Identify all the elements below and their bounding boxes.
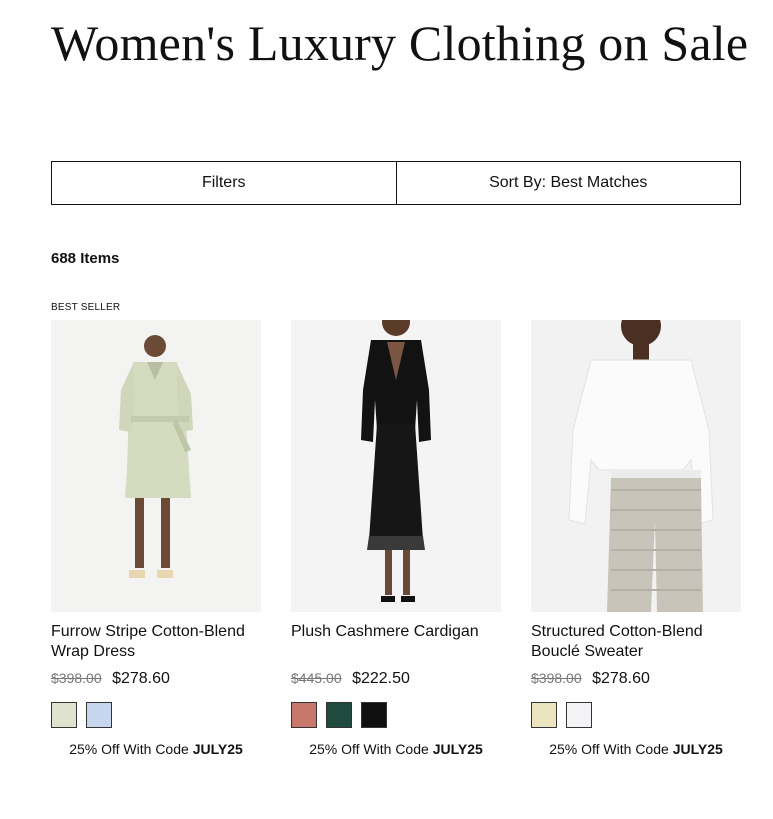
color-swatches	[531, 702, 741, 728]
color-swatch[interactable]	[326, 702, 352, 728]
product-grid: BEST SELLER Furrow Stripe Cotton-Blend W…	[51, 302, 741, 757]
filters-button[interactable]: Filters	[52, 162, 396, 204]
color-swatch[interactable]	[51, 702, 77, 728]
promo-code: JULY25	[192, 741, 243, 757]
filter-sort-bar: Filters Sort By: Best Matches	[51, 161, 741, 205]
color-swatch[interactable]	[86, 702, 112, 728]
product-image[interactable]	[291, 320, 501, 612]
sale-price: $278.60	[112, 670, 170, 687]
promo-code: JULY25	[432, 741, 483, 757]
color-swatch[interactable]	[361, 702, 387, 728]
color-swatches	[291, 702, 501, 728]
sale-price: $222.50	[352, 670, 410, 687]
sort-dropdown[interactable]: Sort By: Best Matches	[395, 162, 741, 204]
original-price: $398.00	[531, 670, 582, 686]
product-price: $398.00 $278.60	[51, 670, 261, 688]
color-swatch[interactable]	[291, 702, 317, 728]
product-price: $445.00 $222.50	[291, 670, 501, 688]
promo-label: 25% Off With Code	[69, 741, 189, 757]
color-swatch[interactable]	[531, 702, 557, 728]
sale-price: $278.60	[592, 670, 650, 687]
color-swatches	[51, 702, 261, 728]
product-image[interactable]	[51, 320, 261, 612]
item-count: 688 Items	[51, 250, 120, 267]
promo-text: 25% Off With Code JULY25	[531, 741, 741, 757]
original-price: $445.00	[291, 670, 342, 686]
product-name[interactable]: Furrow Stripe Cotton-Blend Wrap Dress	[51, 622, 261, 662]
promo-text: 25% Off With Code JULY25	[291, 741, 501, 757]
product-card[interactable]: Structured Cotton-Blend Bouclé Sweater $…	[531, 302, 741, 757]
best-seller-badge: BEST SELLER	[51, 302, 121, 313]
product-price: $398.00 $278.60	[531, 670, 741, 688]
product-card[interactable]: BEST SELLER Furrow Stripe Cotton-Blend W…	[51, 302, 261, 757]
promo-code: JULY25	[672, 741, 723, 757]
product-name[interactable]: Plush Cashmere Cardigan	[291, 622, 501, 662]
product-image[interactable]	[531, 320, 741, 612]
promo-label: 25% Off With Code	[549, 741, 669, 757]
promo-label: 25% Off With Code	[309, 741, 429, 757]
page-title: Women's Luxury Clothing on Sale	[51, 15, 749, 71]
product-card[interactable]: Plush Cashmere Cardigan $445.00 $222.50 …	[291, 302, 501, 757]
original-price: $398.00	[51, 670, 102, 686]
promo-text: 25% Off With Code JULY25	[51, 741, 261, 757]
product-name[interactable]: Structured Cotton-Blend Bouclé Sweater	[531, 622, 741, 662]
color-swatch[interactable]	[566, 702, 592, 728]
